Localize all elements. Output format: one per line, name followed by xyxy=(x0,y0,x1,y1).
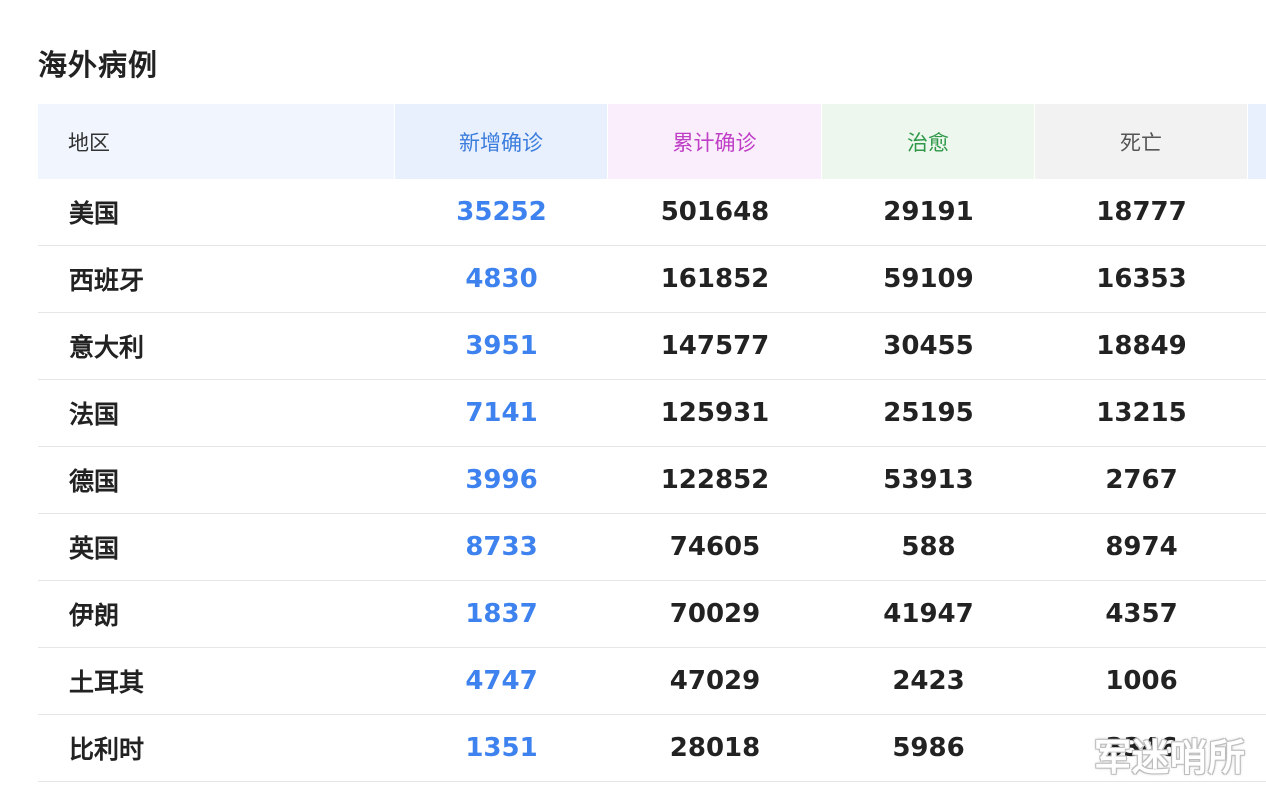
cell-total-confirmed: 47029 xyxy=(669,666,761,696)
table-row[interactable]: 英国 8733 74605 588 8974 xyxy=(38,514,1266,581)
header-deaths[interactable]: 死亡 xyxy=(1035,104,1248,179)
cell-region: 土耳其 xyxy=(69,668,145,697)
table-row[interactable]: 西班牙 4830 161852 59109 16353 xyxy=(38,246,1266,313)
header-total-confirmed[interactable]: 累计确诊 xyxy=(608,104,822,179)
watermark-text: 军迷哨所 xyxy=(1094,736,1246,779)
header-region[interactable]: 地区 xyxy=(38,104,395,179)
cell-region: 英国 xyxy=(69,534,120,563)
cell-deaths: 4357 xyxy=(1105,599,1178,629)
cell-cured: 41947 xyxy=(883,599,974,629)
cell-region: 法国 xyxy=(69,400,120,429)
cell-total-confirmed: 125931 xyxy=(660,398,770,428)
header-cured[interactable]: 治愈 xyxy=(822,104,1035,179)
cell-region: 意大利 xyxy=(69,333,145,362)
cell-new-confirmed: 7141 xyxy=(465,398,538,428)
cell-cured: 59109 xyxy=(883,264,974,294)
cell-cured: 53913 xyxy=(883,465,974,495)
table-row[interactable]: 比利时 1351 28018 5986 3346 xyxy=(38,715,1266,782)
cell-deaths: 18849 xyxy=(1096,331,1187,361)
cell-total-confirmed: 74605 xyxy=(669,532,761,562)
cell-deaths: 16353 xyxy=(1096,264,1187,294)
cell-deaths: 18777 xyxy=(1096,197,1187,227)
cell-extra xyxy=(1248,447,1266,513)
cell-extra xyxy=(1248,179,1266,245)
cell-cured: 5986 xyxy=(892,733,965,763)
cell-deaths: 13215 xyxy=(1096,398,1187,428)
header-extra-column xyxy=(1248,104,1266,179)
cell-cured: 25195 xyxy=(883,398,974,428)
cell-total-confirmed: 70029 xyxy=(669,599,761,629)
cell-new-confirmed: 1837 xyxy=(465,599,538,629)
cell-extra xyxy=(1248,380,1266,446)
cell-extra xyxy=(1248,581,1266,647)
cell-new-confirmed: 3996 xyxy=(465,465,538,495)
cell-total-confirmed: 28018 xyxy=(669,733,761,763)
cell-new-confirmed: 4747 xyxy=(465,666,538,696)
cell-new-confirmed: 1351 xyxy=(465,733,538,763)
cell-total-confirmed: 147577 xyxy=(660,331,770,361)
cell-deaths: 8974 xyxy=(1105,532,1178,562)
cell-extra xyxy=(1248,514,1266,580)
cell-region: 比利时 xyxy=(69,735,145,764)
cell-cured: 29191 xyxy=(883,197,974,227)
cell-new-confirmed: 35252 xyxy=(456,197,547,227)
table-row[interactable]: 意大利 3951 147577 30455 18849 xyxy=(38,313,1266,380)
table-row[interactable]: 土耳其 4747 47029 2423 1006 xyxy=(38,648,1266,715)
cell-cured: 30455 xyxy=(883,331,974,361)
cell-new-confirmed: 8733 xyxy=(465,532,538,562)
cell-region: 德国 xyxy=(69,467,120,496)
cell-region: 西班牙 xyxy=(69,266,145,295)
table-row[interactable]: 伊朗 1837 70029 41947 4357 xyxy=(38,581,1266,648)
overseas-cases-table: 地区 新增确诊 累计确诊 治愈 死亡 美国 35252 501648 29191… xyxy=(38,104,1266,782)
page-title: 海外病例 xyxy=(38,48,159,82)
table-row[interactable]: 德国 3996 122852 53913 2767 xyxy=(38,447,1266,514)
cell-extra xyxy=(1248,313,1266,379)
cell-cured: 2423 xyxy=(892,666,965,696)
table-row[interactable]: 法国 7141 125931 25195 13215 xyxy=(38,380,1266,447)
cell-cured: 588 xyxy=(901,532,956,562)
cell-extra xyxy=(1248,715,1266,781)
header-new-confirmed[interactable]: 新增确诊 xyxy=(395,104,608,179)
cell-deaths: 1006 xyxy=(1105,666,1178,696)
cell-new-confirmed: 3951 xyxy=(465,331,538,361)
cell-extra xyxy=(1248,246,1266,312)
cell-extra xyxy=(1248,648,1266,714)
cell-total-confirmed: 122852 xyxy=(660,465,770,495)
table-header: 地区 新增确诊 累计确诊 治愈 死亡 xyxy=(38,104,1266,179)
cell-total-confirmed: 501648 xyxy=(660,197,770,227)
cell-new-confirmed: 4830 xyxy=(465,264,538,294)
cell-region: 美国 xyxy=(69,199,120,228)
table-row[interactable]: 美国 35252 501648 29191 18777 xyxy=(38,179,1266,246)
cell-total-confirmed: 161852 xyxy=(660,264,770,294)
cell-deaths: 2767 xyxy=(1105,465,1178,495)
cell-region: 伊朗 xyxy=(69,601,120,630)
